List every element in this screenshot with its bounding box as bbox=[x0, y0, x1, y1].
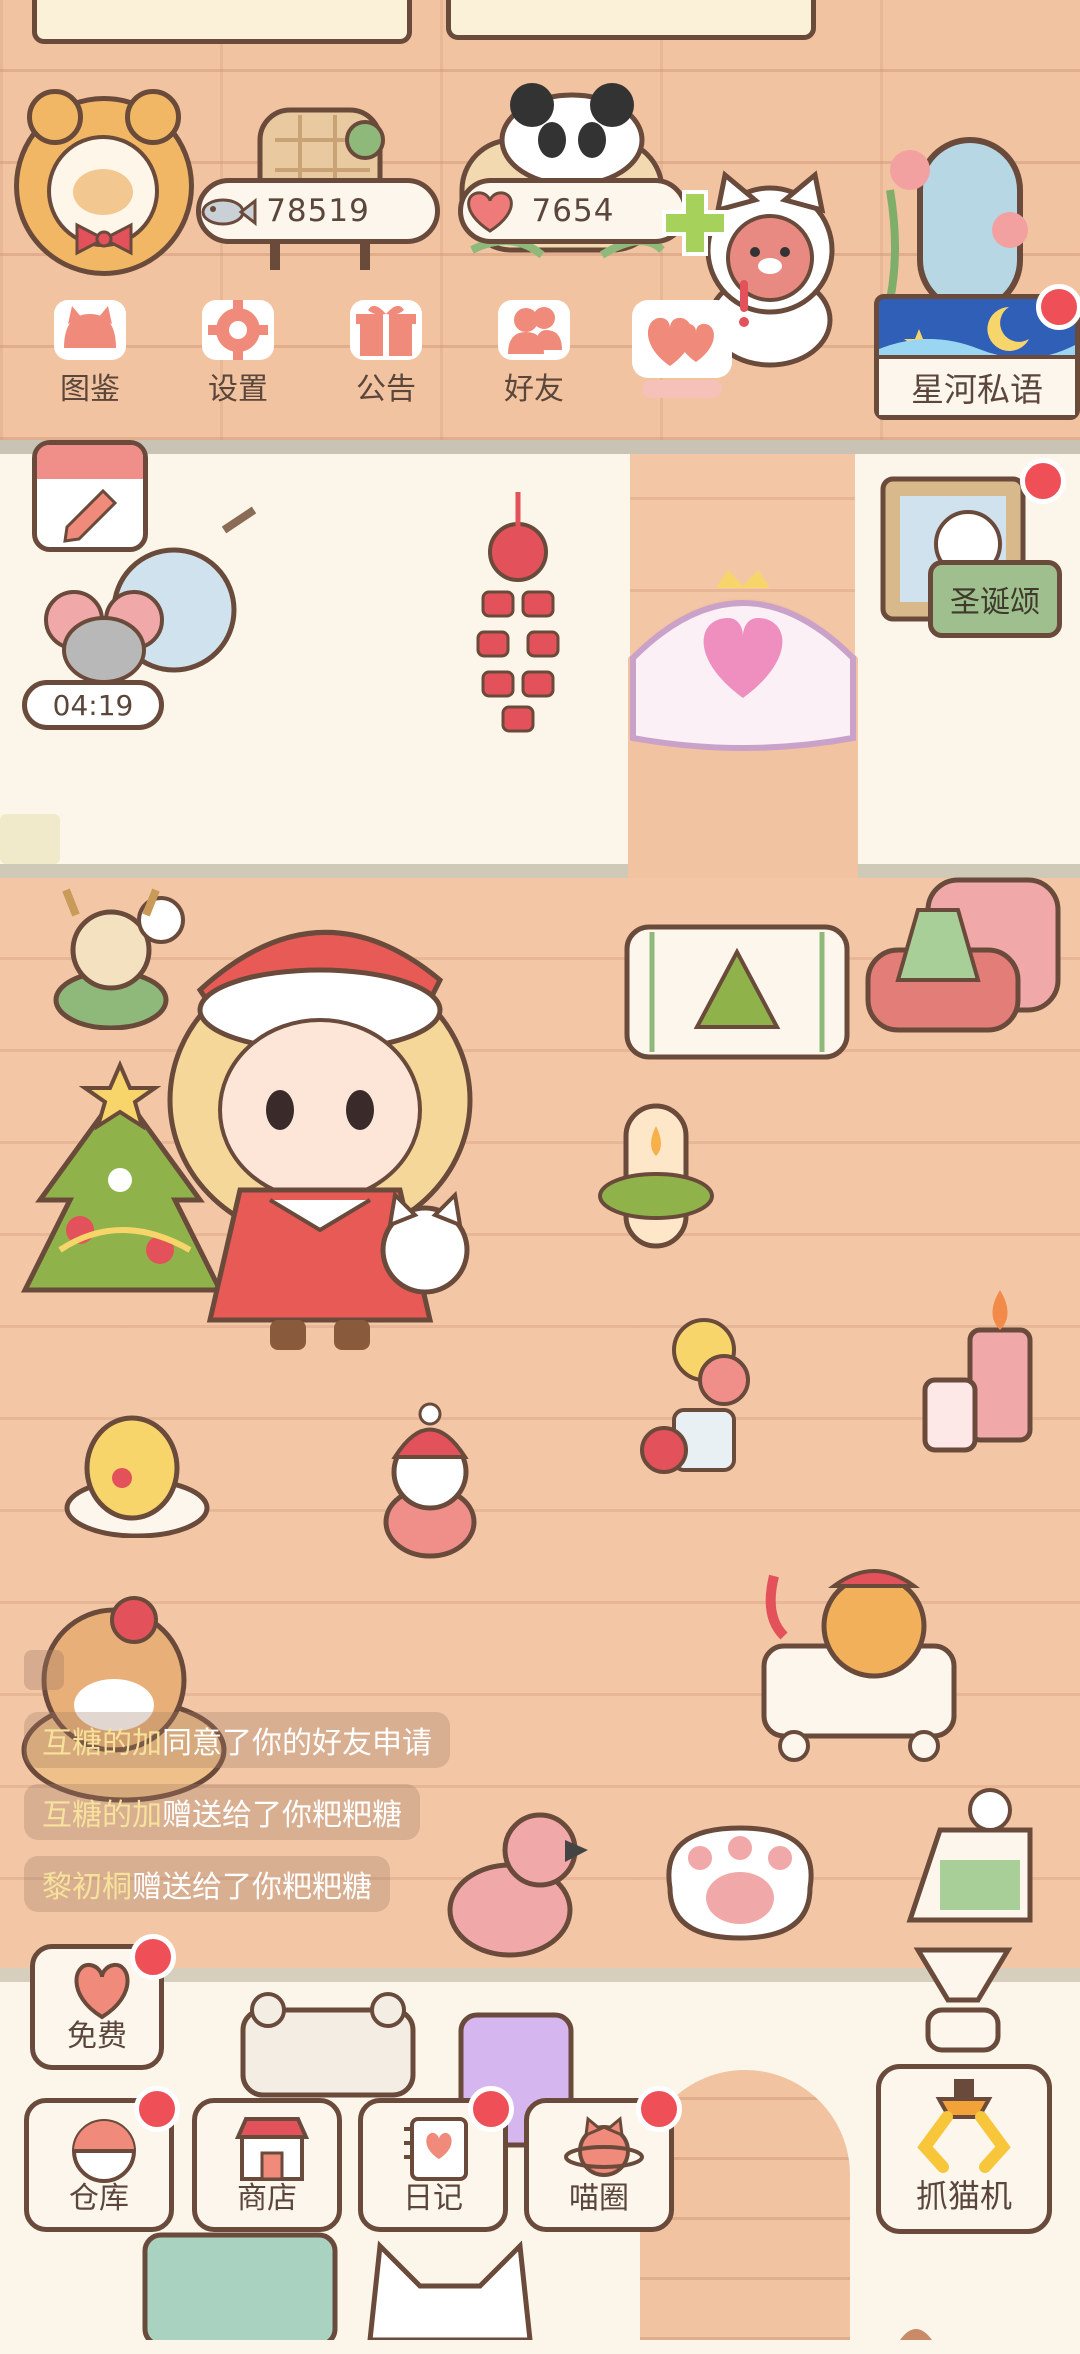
candle-wreath-decor bbox=[596, 1096, 716, 1266]
friends-icon bbox=[498, 300, 570, 360]
top-shelf-left bbox=[32, 0, 412, 44]
claw-icon bbox=[917, 2079, 1011, 2173]
chat-sender[interactable]: 互糖的加 bbox=[42, 1718, 162, 1762]
menu-settings-button[interactable]: 设置 bbox=[178, 290, 298, 408]
menu-friends-button[interactable]: 好友 bbox=[474, 290, 594, 408]
tree-rug-decor bbox=[622, 922, 852, 1062]
claw-machine-label: 抓猫机 bbox=[915, 2177, 1012, 2215]
cat-circle-notification-dot bbox=[636, 2086, 682, 2132]
chat-text: 赠送给了你粑粑糖 bbox=[162, 1798, 402, 1833]
santa-decor bbox=[370, 1402, 490, 1562]
shop-label: 商店 bbox=[237, 2181, 297, 2216]
heart-doorway bbox=[628, 548, 858, 878]
small-mushroom-decor bbox=[896, 2318, 936, 2340]
menu-collection-label: 图鉴 bbox=[60, 372, 120, 407]
hearts-mail-button[interactable] bbox=[626, 296, 738, 400]
menu-notice-button[interactable]: 公告 bbox=[326, 290, 446, 408]
double-heart-icon bbox=[632, 300, 732, 398]
xinghe-notification-dot bbox=[1036, 284, 1080, 330]
carol-notification-dot bbox=[1020, 458, 1066, 504]
duck-float-decor bbox=[62, 1398, 212, 1539]
event-timer: 04:19 bbox=[22, 680, 164, 730]
avatar-ear-left bbox=[27, 89, 83, 145]
calendar-gift-decor bbox=[900, 1780, 1040, 1930]
cat-book-icon bbox=[54, 300, 126, 360]
christmas-carol-button[interactable]: 圣诞颂 bbox=[928, 560, 1062, 638]
heart-counter[interactable]: 7654 bbox=[458, 178, 688, 244]
free-notification-dot bbox=[130, 1934, 176, 1980]
candy-plant-decor bbox=[634, 1290, 784, 1480]
heart-value: 7654 bbox=[531, 193, 615, 229]
player-avatar[interactable] bbox=[14, 89, 194, 276]
chat-text: 同意了你的好友申请 bbox=[162, 1726, 432, 1761]
firecracker-decor bbox=[458, 492, 578, 742]
chat-message: 互糖的加 同意了你的好友申请 bbox=[24, 1712, 450, 1768]
white-dog-decor bbox=[360, 2236, 540, 2343]
shop-button[interactable]: 商店 bbox=[192, 2098, 342, 2232]
mirror-decor bbox=[880, 130, 1040, 320]
chat-message: 黎初桐 赠送给了你粑粑糖 bbox=[24, 1856, 390, 1912]
menu-friends-label: 好友 bbox=[504, 372, 564, 407]
add-hearts-plus-icon[interactable] bbox=[660, 188, 730, 258]
claw-machine-button[interactable]: 抓猫机 bbox=[876, 2064, 1052, 2234]
white-cat-pet[interactable] bbox=[370, 1190, 480, 1300]
shiba-decor bbox=[14, 1590, 254, 1810]
cat-circle-label: 喵圈 bbox=[569, 2181, 629, 2216]
chat-collapse-icon[interactable] bbox=[24, 1650, 64, 1690]
green-table-decor bbox=[140, 2230, 340, 2348]
coin-counter[interactable]: 78519 bbox=[196, 178, 440, 244]
coin-value: 78519 bbox=[266, 193, 370, 229]
bow-icon bbox=[75, 222, 133, 256]
avatar-ear-right bbox=[125, 89, 181, 145]
menu-settings-label: 设置 bbox=[208, 372, 268, 407]
fish-coin-icon bbox=[201, 197, 257, 227]
chat-text: 赠送给了你粑粑糖 bbox=[132, 1870, 372, 1905]
warehouse-label: 仓库 bbox=[69, 2181, 129, 2216]
menu-notice-label: 公告 bbox=[356, 372, 416, 407]
heart-icon bbox=[467, 191, 513, 233]
warehouse-notification-dot bbox=[134, 2086, 180, 2132]
gingerbread-sleigh-decor bbox=[754, 1556, 964, 1766]
free-label: 免费 bbox=[67, 2019, 127, 2054]
xinghe-whisper-label: 星河私语 bbox=[879, 355, 1075, 415]
menu-collection-button[interactable]: 图鉴 bbox=[30, 290, 150, 408]
candles-decor bbox=[920, 1290, 1050, 1470]
wall-ledge bbox=[0, 440, 1080, 454]
chat-sender[interactable]: 互糖的加 bbox=[42, 1790, 162, 1834]
paw-cushion-decor bbox=[650, 1808, 830, 1948]
gift-icon bbox=[350, 300, 422, 360]
toaster-decor bbox=[238, 1990, 418, 2100]
diary-notification-dot bbox=[468, 2086, 514, 2132]
chat-sender[interactable]: 黎初桐 bbox=[42, 1862, 132, 1906]
pencil-icon bbox=[63, 488, 118, 543]
exclamation-icon bbox=[734, 280, 754, 330]
top-shelf-right bbox=[446, 0, 816, 40]
claw-machine-top-decor bbox=[908, 1940, 1018, 2060]
christmas-carol-label: 圣诞颂 bbox=[950, 585, 1040, 620]
chat-message: 互糖的加 赠送给了你粑粑糖 bbox=[24, 1784, 420, 1840]
gear-icon bbox=[202, 300, 274, 360]
diary-label: 日记 bbox=[403, 2181, 463, 2216]
flamingo-decor bbox=[440, 1800, 590, 1970]
calendar-button[interactable] bbox=[32, 440, 148, 552]
event-timer-value: 04:19 bbox=[52, 688, 134, 722]
armchair-decor bbox=[858, 870, 1068, 1070]
